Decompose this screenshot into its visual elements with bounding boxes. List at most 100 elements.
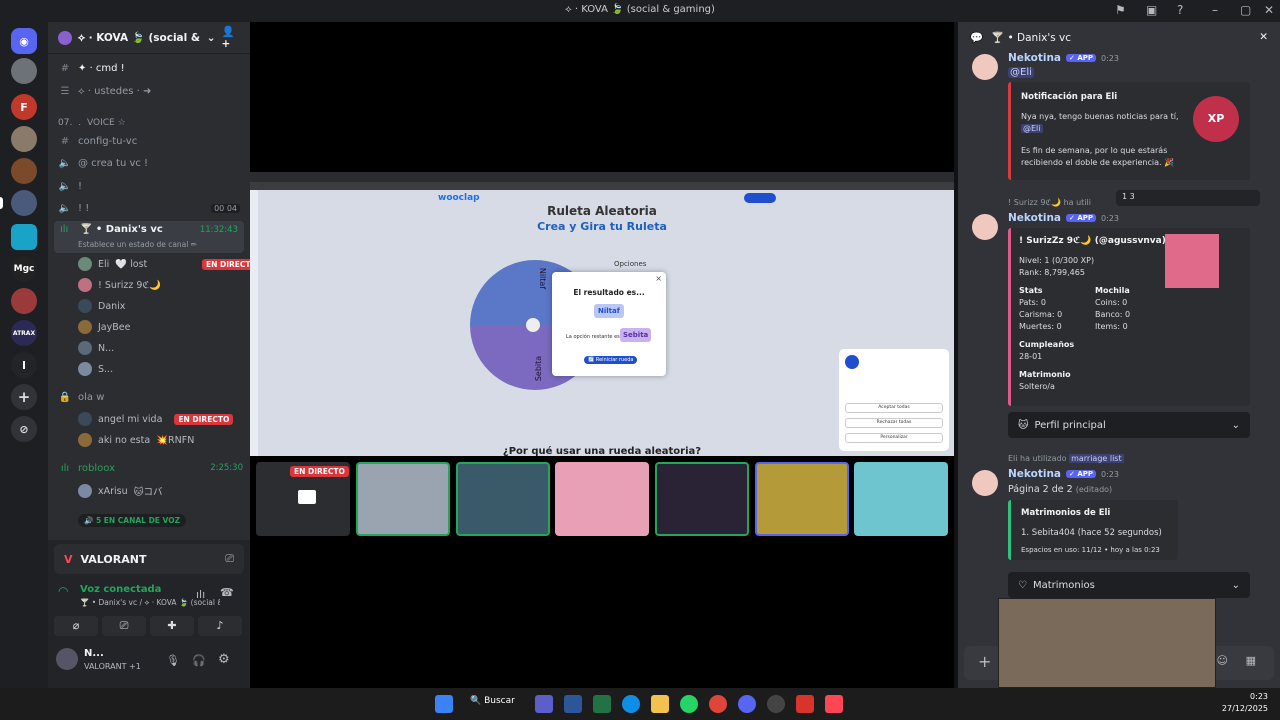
channel-cmd[interactable]: # ✦ · cmd !: [58, 58, 125, 78]
server-icon-2[interactable]: F: [11, 94, 37, 120]
server-icon-3[interactable]: [11, 126, 37, 152]
channel-config[interactable]: # config-tu-vc: [58, 131, 137, 151]
cookie-customize-button[interactable]: Personalizar: [845, 433, 943, 443]
screenshare-button[interactable]: ⎚: [102, 616, 146, 636]
server-icon-1[interactable]: [11, 58, 37, 84]
add-attachment-icon[interactable]: +: [978, 652, 991, 671]
voice-user[interactable]: xArisu 🐱コバ: [78, 481, 163, 501]
spin-button[interactable]: [526, 318, 540, 332]
stream-stage[interactable]: wooclap Ruleta Aleatoria Crea y Gira tu …: [250, 22, 954, 688]
edge-icon[interactable]: [622, 695, 640, 713]
user-mention[interactable]: @Eli: [1021, 124, 1043, 133]
shared-screen[interactable]: wooclap Ruleta Aleatoria Crea y Gira tu …: [250, 172, 954, 456]
avatar[interactable]: [56, 648, 78, 670]
word-icon[interactable]: [564, 695, 582, 713]
category-voice[interactable]: 07. ﹒ VOICE ☆: [58, 111, 126, 131]
author-name[interactable]: Nekotina: [1008, 468, 1061, 480]
stream-thumbnail[interactable]: EN DIRECTO: [256, 462, 350, 536]
participant-tile[interactable]: [555, 462, 649, 536]
author-name[interactable]: Nekotina: [1008, 52, 1061, 64]
activities-button[interactable]: ✚: [150, 616, 194, 636]
emoji-icon[interactable]: ☺: [1217, 654, 1228, 667]
close-icon[interactable]: ×: [655, 274, 662, 283]
user-mention[interactable]: @Eli: [1008, 67, 1034, 78]
explorer-icon[interactable]: [651, 695, 669, 713]
server-icon-6[interactable]: [11, 224, 37, 250]
clock-date[interactable]: 27/12/2025: [1210, 704, 1268, 713]
channel-2[interactable]: 🔈 ! ! 00 04: [58, 198, 240, 218]
soundboard-button[interactable]: ♪: [198, 616, 242, 636]
channel-danix-selected[interactable]: ılı 🍸 • Danix's vc 11:32:43 Establece un…: [54, 221, 244, 253]
obs-icon[interactable]: [767, 695, 785, 713]
author-name[interactable]: Nekotina: [1008, 212, 1061, 224]
server-header[interactable]: ⟡ · KOVA 🍃 (social & g... ⌄ 👤+: [48, 22, 250, 54]
whatsapp-icon[interactable]: [680, 695, 698, 713]
server-icon-7[interactable]: [11, 288, 37, 314]
clock-time[interactable]: 0:23: [1210, 692, 1268, 701]
apps-icon[interactable]: ▦: [1246, 654, 1256, 667]
server-icon-l[interactable]: l: [11, 352, 37, 378]
discover-icon[interactable]: ⊘: [11, 416, 37, 442]
channel-1[interactable]: 🔈!: [58, 176, 82, 196]
participant-tile[interactable]: [356, 462, 450, 536]
site-logo[interactable]: wooclap: [438, 193, 480, 203]
profile-select[interactable]: 🐱 Perfil principal ⌄: [1008, 412, 1250, 438]
valorant-taskbar-icon[interactable]: [825, 695, 843, 713]
avatar[interactable]: [972, 54, 998, 80]
cookie-accept-button[interactable]: Aceptar todas: [845, 403, 943, 413]
voice-channel-popup[interactable]: 🔊 5 EN CANAL DE VOZ: [78, 514, 187, 527]
activity-card[interactable]: V VALORANT ⎚: [54, 544, 244, 574]
microphone-icon[interactable]: 🎙: [166, 654, 180, 667]
server-icon-mgc[interactable]: Mgc: [11, 256, 37, 282]
participant-tile[interactable]: [655, 462, 749, 536]
screen-icon[interactable]: ▣: [1146, 3, 1157, 17]
voice-user[interactable]: JayBee: [78, 317, 136, 337]
voice-user[interactable]: Eli 🤍 lost EN DIRECTO: [78, 254, 261, 274]
disconnect-icon[interactable]: ☎: [220, 586, 234, 599]
participant-tile[interactable]: [456, 462, 550, 536]
invite-icon[interactable]: 👤+: [222, 25, 240, 50]
close-window-button[interactable]: ✕: [1264, 3, 1274, 17]
discord-home-icon[interactable]: ◉: [11, 28, 37, 54]
channel-ola[interactable]: 🔒 ola w: [58, 387, 105, 407]
settings-icon[interactable]: ⚙: [218, 652, 230, 667]
voice-user[interactable]: S...: [78, 359, 119, 379]
cookie-reject-button[interactable]: Rechazar todas: [845, 418, 943, 428]
discord-taskbar-icon[interactable]: [738, 695, 756, 713]
marriage-select[interactable]: ♡ Matrimonios ⌄: [1008, 572, 1250, 598]
minimize-button[interactable]: –: [1212, 3, 1218, 17]
noise-icon[interactable]: ılı: [196, 588, 205, 601]
voice-user[interactable]: Danix: [78, 296, 131, 316]
avatar[interactable]: [972, 470, 998, 496]
headphones-icon[interactable]: 🎧: [192, 654, 206, 667]
teams-icon[interactable]: [535, 695, 553, 713]
channel-status-input[interactable]: Establece un estado de canal ✏: [78, 240, 197, 249]
command-reference[interactable]: Eli ha utilizado marriage list: [1008, 454, 1124, 463]
close-icon[interactable]: ✕: [1259, 31, 1268, 43]
chrome-icon[interactable]: [709, 695, 727, 713]
channel-ustedes[interactable]: ☰ ⟡ · ustedes · ➜: [58, 81, 152, 101]
app-icon[interactable]: [796, 695, 814, 713]
camera-off-button[interactable]: ⌀: [54, 616, 98, 636]
voice-status[interactable]: Voz conectada: [80, 584, 161, 595]
excel-icon[interactable]: [593, 695, 611, 713]
voice-user[interactable]: N...: [78, 338, 120, 358]
add-server-icon[interactable]: +: [11, 384, 37, 410]
register-button[interactable]: [744, 193, 776, 203]
stream-icon[interactable]: ⎚: [225, 552, 234, 566]
server-icon-8[interactable]: ATRAX: [11, 320, 37, 346]
command-name[interactable]: marriage list: [1069, 454, 1124, 463]
server-icon-4[interactable]: [11, 158, 37, 184]
channel-crea[interactable]: 🔈 @ crea tu vc !: [58, 153, 148, 173]
message-toolbar[interactable]: 1 3: [1116, 190, 1260, 206]
windows-start-icon[interactable]: [435, 695, 453, 713]
reset-wheel-button[interactable]: 🔄 Reiniciar rueda: [584, 356, 638, 364]
avatar[interactable]: [972, 214, 998, 240]
voice-user[interactable]: ! Surizz 9ℭ🌙: [78, 275, 167, 295]
inbox-icon[interactable]: ⚑: [1115, 3, 1126, 17]
reply-reference[interactable]: ! Surizz 9ℭ🌙 ha utili: [1008, 198, 1091, 207]
participant-tile[interactable]: [854, 462, 948, 536]
taskbar-search[interactable]: 🔍 Buscar: [470, 696, 515, 706]
help-icon[interactable]: ?: [1177, 3, 1183, 17]
participant-tile[interactable]: [755, 462, 849, 536]
